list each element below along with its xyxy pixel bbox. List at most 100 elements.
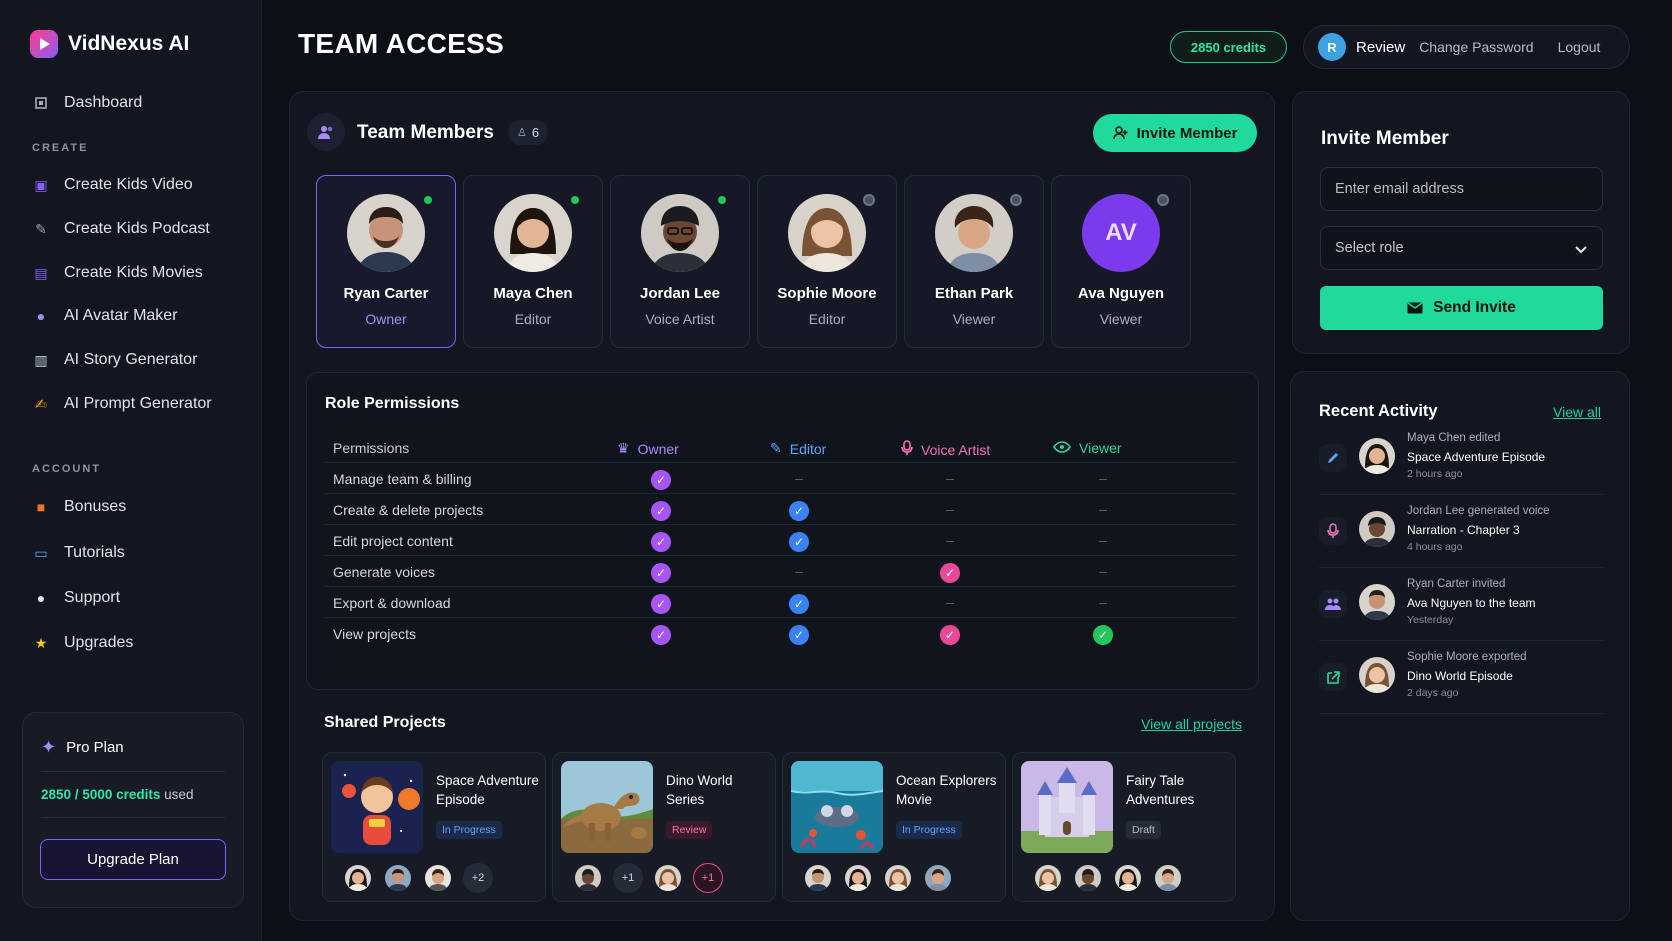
project-thumbnail — [1021, 761, 1113, 853]
more-collaborators-badge[interactable]: +2 — [463, 863, 493, 893]
pencil-icon: ✎ — [770, 440, 782, 456]
member-card[interactable]: Jordan Lee Voice Artist — [610, 175, 750, 348]
check-icon[interactable]: ✓ — [651, 470, 671, 490]
check-icon[interactable]: ✓ — [789, 594, 809, 614]
permission-label: Edit project content — [333, 533, 453, 549]
team-icon — [307, 113, 345, 151]
column-header-editor: ✎ Editor — [770, 440, 826, 457]
dash-icon: – — [946, 532, 954, 548]
sidebar-item-label: AI Avatar Maker — [64, 307, 178, 324]
invite-member-title: Invite Member — [1321, 128, 1449, 149]
activity-target: Ava Nguyen to the team — [1407, 596, 1536, 610]
change-password-link[interactable]: Change Password — [1419, 39, 1533, 55]
avatar — [1073, 863, 1103, 893]
member-name: Ava Nguyen — [1077, 285, 1165, 302]
check-icon[interactable]: ✓ — [940, 563, 960, 583]
sidebar-item-support[interactable]: ● Support — [32, 586, 120, 610]
check-icon[interactable]: ✓ — [789, 532, 809, 552]
sidebar-item-dashboard[interactable]: Dashboard — [32, 91, 142, 115]
sidebar-item-bonuses[interactable]: ■ Bonuses — [32, 495, 127, 519]
invite-member-panel: Invite Member Select role Send Invite — [1292, 91, 1630, 354]
sidebar-item-ai-prompt-generator[interactable]: ✍ AI Prompt Generator — [32, 392, 212, 416]
avatar — [1359, 657, 1395, 693]
member-card[interactable]: AV Ava Nguyen Viewer — [1051, 175, 1191, 348]
dash-icon: – — [1099, 563, 1107, 579]
member-card[interactable]: Maya Chen Editor — [463, 175, 603, 348]
sidebar-item-upgrades[interactable]: ★ Upgrades — [32, 631, 134, 655]
activity-item[interactable]: Sophie Moore exported Dino World Episode… — [1319, 641, 1603, 714]
permission-label: View projects — [333, 626, 417, 642]
member-card[interactable]: Sophie Moore Editor — [757, 175, 897, 348]
sidebar-item-label: Bonuses — [64, 498, 127, 515]
gift-icon: ■ — [36, 499, 46, 515]
check-icon[interactable]: ✓ — [789, 625, 809, 645]
view-all-projects-link[interactable]: View all projects — [1141, 716, 1242, 732]
avatar — [383, 863, 413, 893]
project-card[interactable]: Ocean Explorers Movie In Progress — [782, 752, 1006, 902]
clapperboard-icon: ▤ — [34, 264, 48, 281]
avatar[interactable]: R — [1318, 33, 1346, 61]
check-icon[interactable]: ✓ — [651, 625, 671, 645]
sidebar-item-label: Dashboard — [64, 94, 143, 111]
sidebar-item-create-kids-podcast[interactable]: ✎ Create Kids Podcast — [32, 217, 210, 241]
check-icon[interactable]: ✓ — [651, 532, 671, 552]
activity-item[interactable]: Jordan Lee generated voice Narration - C… — [1319, 495, 1603, 568]
upgrade-plan-button[interactable]: Upgrade Plan — [40, 839, 226, 880]
activity-text: Sophie Moore exported — [1407, 651, 1527, 663]
monitor-icon: ▭ — [34, 544, 48, 561]
avatar — [1153, 863, 1183, 893]
project-thumbnail — [331, 761, 423, 853]
invite-member-button[interactable]: Invite Member — [1093, 114, 1257, 152]
app-name: VidNexus AI — [68, 32, 190, 55]
role-select[interactable]: Select role — [1320, 226, 1603, 270]
plan-usage: 2850 / 5000 credits used — [41, 787, 194, 802]
check-icon[interactable]: ✓ — [651, 594, 671, 614]
sidebar-item-tutorials[interactable]: ▭ Tutorials — [32, 541, 124, 565]
check-icon[interactable]: ✓ — [940, 625, 960, 645]
activity-item[interactable]: Ryan Carter invited Ava Nguyen to the te… — [1319, 568, 1603, 641]
activity-text: Ryan Carter invited — [1407, 578, 1506, 590]
sidebar-item-ai-story-generator[interactable]: ▥ AI Story Generator — [32, 348, 197, 372]
book-icon: ▥ — [34, 351, 48, 368]
member-role: Editor — [514, 311, 552, 327]
status-badge: In Progress — [436, 821, 502, 839]
view-all-activity-link[interactable]: View all — [1553, 404, 1601, 420]
activity-item[interactable]: Maya Chen edited Space Adventure Episode… — [1319, 422, 1603, 495]
check-icon[interactable]: ✓ — [789, 501, 809, 521]
member-card[interactable]: Ryan Carter Owner — [316, 175, 456, 348]
project-card[interactable]: Space Adventure Episode In Progress +2 — [322, 752, 546, 902]
check-icon[interactable]: ✓ — [651, 501, 671, 521]
user-name[interactable]: Review — [1356, 39, 1405, 56]
dashboard-icon — [32, 94, 50, 112]
microphone-icon — [1319, 517, 1347, 545]
add-user-icon — [1112, 126, 1128, 140]
permission-row: View projects ✓ ✓ ✓ ✓ — [325, 617, 1235, 650]
check-icon[interactable]: ✓ — [1093, 625, 1113, 645]
more-collaborators-badge[interactable]: +1 — [693, 863, 723, 893]
member-card[interactable]: Ethan Park Viewer — [904, 175, 1044, 348]
project-thumbnail — [791, 761, 883, 853]
offline-status-indicator — [863, 194, 875, 206]
logout-link[interactable]: Logout — [1558, 39, 1601, 55]
send-invite-button[interactable]: Send Invite — [1320, 286, 1603, 330]
app-logo[interactable]: VidNexus AI — [30, 30, 189, 58]
sidebar-item-create-kids-video[interactable]: ▣ Create Kids Video — [32, 173, 192, 197]
sidebar-item-create-kids-movies[interactable]: ▤ Create Kids Movies — [32, 261, 202, 285]
pencil-icon — [1319, 444, 1347, 472]
project-name: Dino World Series — [666, 773, 733, 807]
status-badge: In Progress — [896, 821, 962, 839]
sidebar-item-label: AI Story Generator — [64, 351, 198, 368]
activity-text: Jordan Lee generated voice — [1407, 505, 1550, 517]
project-collaborators — [803, 863, 953, 893]
member-name: Ryan Carter — [343, 285, 429, 302]
check-icon[interactable]: ✓ — [651, 563, 671, 583]
email-field[interactable] — [1320, 167, 1603, 211]
project-card[interactable]: Fairy Tale Adventures Draft — [1012, 752, 1236, 902]
more-collaborators-badge[interactable]: +1 — [613, 863, 643, 893]
sidebar: VidNexus AI Dashboard CREATE ▣ Create Kid… — [0, 0, 262, 941]
credits-badge: 2850 credits — [1170, 31, 1287, 63]
sidebar-item-ai-avatar-maker[interactable]: ● AI Avatar Maker — [32, 304, 178, 328]
permission-label: Manage team & billing — [333, 471, 472, 487]
video-icon: ▣ — [34, 176, 48, 193]
project-card[interactable]: Dino World Series Review +1 +1 — [552, 752, 776, 902]
